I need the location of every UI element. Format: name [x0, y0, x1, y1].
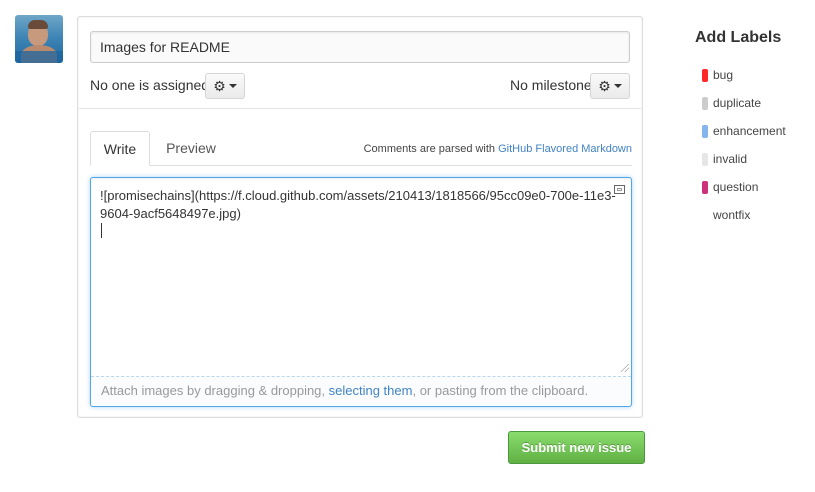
label-name: duplicate [713, 96, 762, 110]
issue-title-input[interactable] [90, 31, 630, 63]
label-question[interactable]: question [702, 179, 758, 195]
label-color-swatch [702, 208, 708, 222]
label-name: invalid [713, 152, 748, 166]
chevron-down-icon [228, 84, 237, 88]
tab-write[interactable]: Write [90, 131, 150, 166]
gear-icon: ⚙ [598, 78, 611, 94]
gear-icon: ⚙ [213, 78, 226, 94]
markdown-note-prefix: Comments are parsed with [363, 143, 499, 155]
assignee-text: No one is assigned [90, 77, 210, 93]
label-color-swatch [702, 124, 708, 138]
submit-issue-button[interactable]: Submit new issue [508, 431, 645, 464]
label-name: wontfix [713, 208, 751, 222]
milestone-gear-button[interactable]: ⚙ [590, 73, 630, 99]
label-color-swatch [702, 68, 708, 82]
label-enhancement[interactable]: enhancement [702, 123, 786, 139]
tab-preview[interactable]: Preview [159, 131, 223, 165]
label-duplicate[interactable]: duplicate [702, 95, 761, 111]
markdown-help-link[interactable]: GitHub Flavored Markdown [498, 143, 632, 155]
tabs-underline [90, 165, 632, 166]
resize-handle[interactable] [621, 364, 629, 372]
labels-heading: Add Labels [695, 29, 782, 46]
markdown-note: Comments are parsed with GitHub Flavored… [364, 143, 632, 155]
label-bug[interactable]: bug [702, 67, 733, 83]
divider [79, 108, 641, 109]
attach-text-after: , or pasting from the clipboard. [412, 383, 589, 398]
comment-editor: ![promisechains](https://f.cloud.github.… [90, 177, 632, 407]
label-color-swatch [702, 180, 708, 194]
attach-text-before: Attach images by dragging & dropping, [101, 383, 329, 398]
attach-drop-zone[interactable]: Attach images by dragging & dropping, se… [91, 376, 631, 406]
label-name: bug [713, 68, 734, 82]
select-files-link[interactable]: selecting them [329, 383, 413, 398]
assignee-gear-button[interactable]: ⚙ [205, 73, 245, 99]
label-name: enhancement [713, 124, 786, 138]
label-color-swatch [702, 152, 708, 166]
label-color-swatch [702, 96, 708, 110]
chevron-down-icon [613, 84, 622, 88]
milestone-text: No milestone [510, 77, 592, 93]
label-wontfix[interactable]: wontfix [702, 207, 750, 223]
label-name: question [713, 180, 759, 194]
new-issue-form: No one is assigned ⚙ No milestone ⚙ Writ… [77, 16, 643, 418]
avatar[interactable] [15, 15, 63, 63]
label-invalid[interactable]: invalid [702, 151, 747, 167]
comment-body-textarea[interactable]: ![promisechains](https://f.cloud.github.… [91, 178, 631, 376]
text-cursor [101, 223, 102, 238]
fullscreen-icon[interactable] [614, 185, 625, 194]
